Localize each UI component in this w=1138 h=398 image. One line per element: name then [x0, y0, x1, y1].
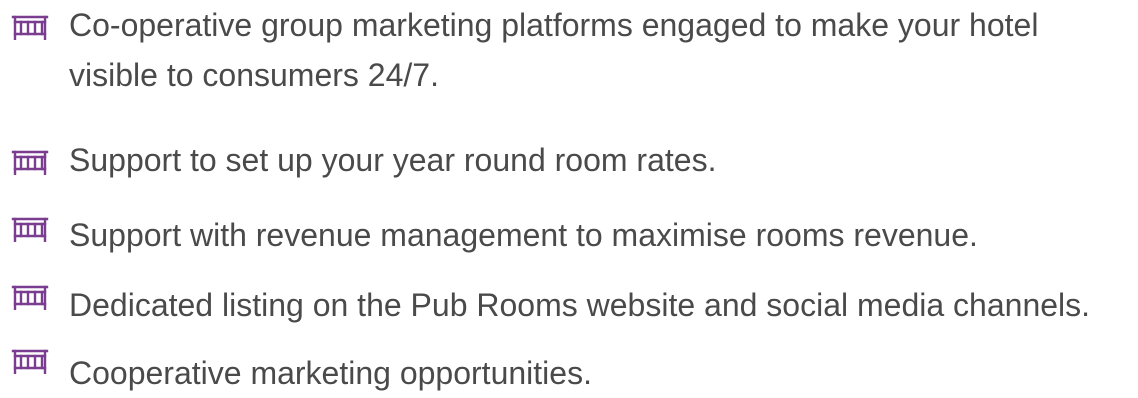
benefit-text: Dedicated listing on the Pub Rooms websi… — [69, 287, 1091, 323]
benefit-text: Support with revenue management to maxim… — [69, 217, 978, 253]
benefit-text: Cooperative marketing opportunities. — [69, 355, 592, 391]
bed-icon — [11, 149, 49, 175]
benefit-text: Support to set up your year round room r… — [69, 142, 717, 178]
benefit-text: Co-operative group marketing platforms e… — [69, 7, 1039, 93]
bed-icon — [11, 348, 49, 374]
bed-icon — [11, 14, 49, 40]
benefit-list: Co-operative group marketing platforms e… — [0, 0, 1138, 398]
bed-icon — [11, 216, 49, 242]
bed-icon — [11, 284, 49, 310]
